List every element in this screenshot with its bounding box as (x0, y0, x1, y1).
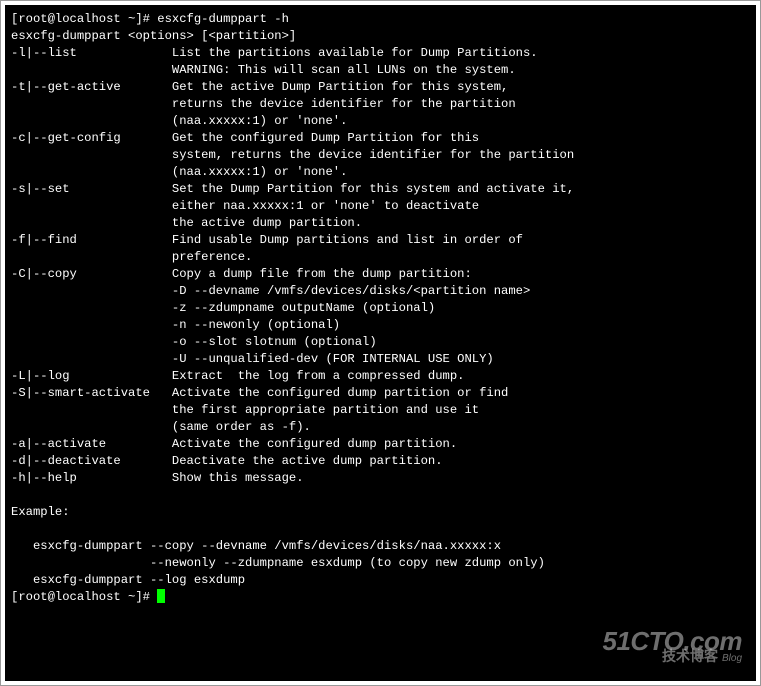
terminal-line: -U --unqualified-dev (FOR INTERNAL USE O… (11, 351, 750, 368)
terminal-line: -d|--deactivate Deactivate the active du… (11, 453, 750, 470)
cursor (157, 589, 165, 603)
terminal-line: system, returns the device identifier fo… (11, 147, 750, 164)
terminal-line: (same order as -f). (11, 419, 750, 436)
terminal-line: either naa.xxxxx:1 or 'none' to deactiva… (11, 198, 750, 215)
prompt-line[interactable]: [root@localhost ~]# (11, 589, 750, 606)
terminal-line (11, 487, 750, 504)
terminal-line: returns the device identifier for the pa… (11, 96, 750, 113)
terminal-line: esxcfg-dumppart <options> [<partition>] (11, 28, 750, 45)
terminal-line: -c|--get-config Get the configured Dump … (11, 130, 750, 147)
terminal-line: the active dump partition. (11, 215, 750, 232)
terminal[interactable]: [root@localhost ~]# esxcfg-dumppart -hes… (5, 5, 756, 681)
terminal-line: -z --zdumpname outputName (optional) (11, 300, 750, 317)
terminal-line: (naa.xxxxx:1) or 'none'. (11, 164, 750, 181)
terminal-line: -t|--get-active Get the active Dump Part… (11, 79, 750, 96)
terminal-line: -o --slot slotnum (optional) (11, 334, 750, 351)
terminal-line: --newonly --zdumpname esxdump (to copy n… (11, 555, 750, 572)
terminal-line: WARNING: This will scan all LUNs on the … (11, 62, 750, 79)
terminal-line: the first appropriate partition and use … (11, 402, 750, 419)
terminal-line: -a|--activate Activate the configured du… (11, 436, 750, 453)
prompt-text: [root@localhost ~]# (11, 590, 157, 604)
terminal-line: [root@localhost ~]# esxcfg-dumppart -h (11, 11, 750, 28)
terminal-line: -l|--list List the partitions available … (11, 45, 750, 62)
terminal-line: Example: (11, 504, 750, 521)
terminal-line: -s|--set Set the Dump Partition for this… (11, 181, 750, 198)
terminal-line: -D --devname /vmfs/devices/disks/<partit… (11, 283, 750, 300)
terminal-line: preference. (11, 249, 750, 266)
terminal-line: -L|--log Extract the log from a compress… (11, 368, 750, 385)
terminal-line: esxcfg-dumppart --log esxdump (11, 572, 750, 589)
terminal-line: -n --newonly (optional) (11, 317, 750, 334)
terminal-line: esxcfg-dumppart --copy --devname /vmfs/d… (11, 538, 750, 555)
terminal-content: [root@localhost ~]# esxcfg-dumppart -hes… (11, 11, 750, 589)
terminal-line: (naa.xxxxx:1) or 'none'. (11, 113, 750, 130)
watermark: 51CTO.com 技术博客Blog (602, 633, 742, 667)
terminal-line: -h|--help Show this message. (11, 470, 750, 487)
terminal-line: -S|--smart-activate Activate the configu… (11, 385, 750, 402)
terminal-line: -f|--find Find usable Dump partitions an… (11, 232, 750, 249)
terminal-line (11, 521, 750, 538)
terminal-line: -C|--copy Copy a dump file from the dump… (11, 266, 750, 283)
window-frame: [root@localhost ~]# esxcfg-dumppart -hes… (0, 0, 761, 686)
